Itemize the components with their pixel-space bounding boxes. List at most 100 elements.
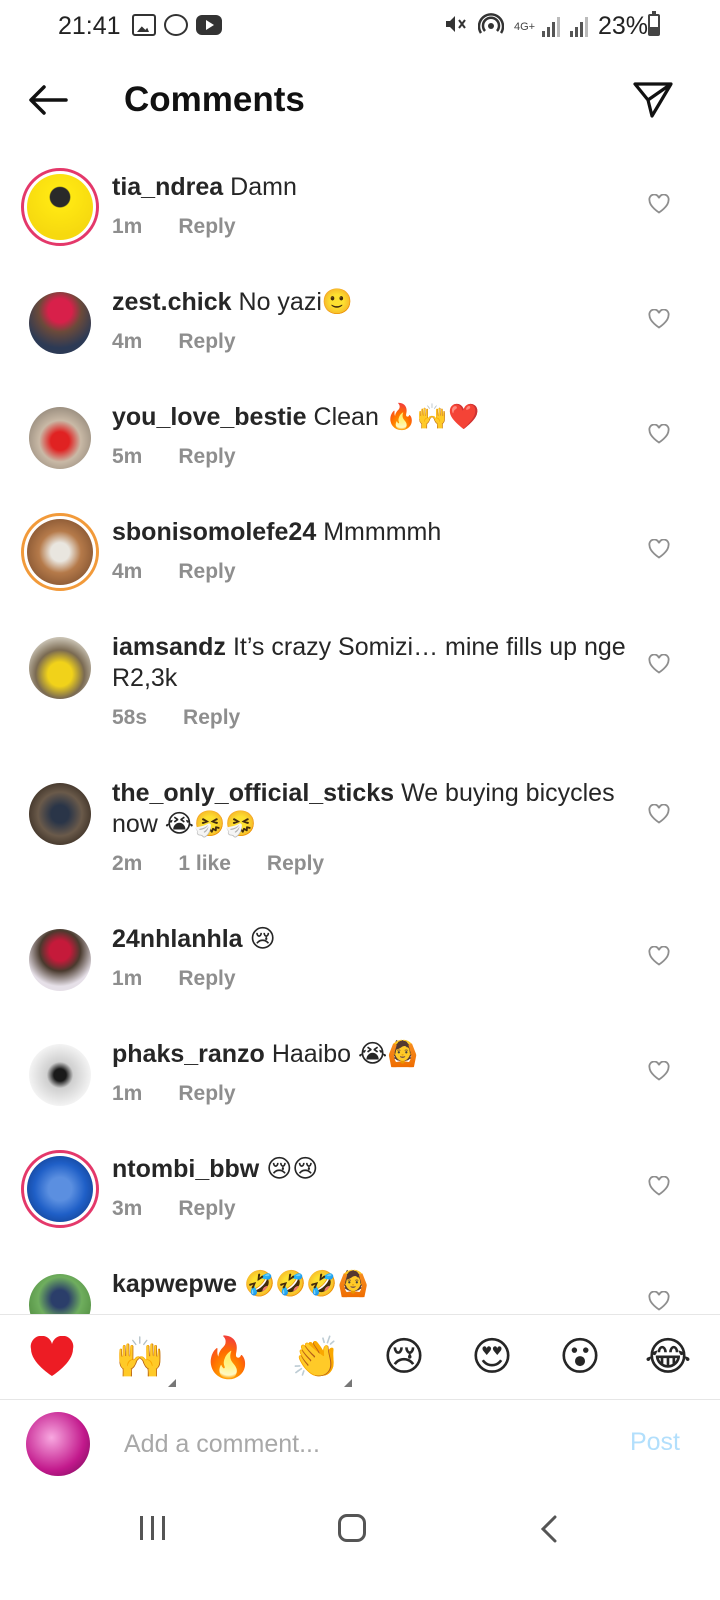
comment-input[interactable]: [124, 1424, 584, 1464]
heart-icon[interactable]: [648, 1291, 670, 1311]
heart-icon[interactable]: [648, 194, 670, 214]
avatar[interactable]: [24, 778, 96, 850]
comment-time: 1m: [112, 215, 143, 238]
avatar[interactable]: [21, 1150, 99, 1228]
comment-time: 58s: [112, 706, 148, 729]
hotspot-icon: [477, 12, 505, 41]
heart-icon[interactable]: [648, 946, 670, 966]
heart-icon[interactable]: [648, 1061, 670, 1081]
comment-username[interactable]: sbonisomolefe24: [112, 518, 316, 546]
system-nav-bar: [0, 1490, 720, 1600]
reply-button[interactable]: Reply: [178, 330, 235, 354]
comment-likes[interactable]: 1 like: [178, 852, 231, 876]
status-bar: 21:41 4G+ 23%: [0, 0, 720, 56]
avatar[interactable]: [21, 168, 99, 246]
system-icons: 4G+ 23%: [444, 12, 648, 41]
quick-reactions-bar: 🙌 🔥 👏 😢 😍 😮 😂: [0, 1314, 720, 1400]
heart-icon[interactable]: [648, 424, 670, 444]
arrow-left-icon[interactable]: [26, 82, 70, 118]
comment-body: Mmmmmh: [323, 518, 442, 546]
reply-button[interactable]: Reply: [178, 445, 235, 469]
comment-body: 😢😢: [266, 1155, 319, 1183]
red-heart-icon: [30, 1336, 74, 1376]
reply-button[interactable]: Reply: [178, 1082, 235, 1106]
comment-username[interactable]: tia_ndrea: [112, 173, 223, 201]
comment-username[interactable]: you_love_bestie: [112, 403, 307, 431]
reaction-heart-eyes[interactable]: 😍: [464, 1329, 520, 1385]
signal-icon: [541, 16, 560, 37]
recents-icon[interactable]: [140, 1516, 165, 1540]
reply-button[interactable]: Reply: [178, 1197, 235, 1221]
battery-percent: 23%: [597, 12, 648, 40]
comment-item: 24nhlanhla 😢 1m Reply: [0, 910, 720, 1025]
nav-back-icon[interactable]: [538, 1514, 560, 1544]
heart-icon[interactable]: [648, 309, 670, 329]
notification-icons: [132, 14, 222, 36]
reaction-heart[interactable]: [24, 1329, 80, 1385]
paper-plane-icon[interactable]: [632, 80, 674, 120]
comment-time: 3m: [112, 1197, 143, 1220]
comment-username[interactable]: iamsandz: [112, 633, 226, 661]
comment-body: 😢: [249, 925, 276, 953]
comment-time: 4m: [112, 560, 143, 583]
reaction-raising-hands[interactable]: 🙌: [112, 1329, 176, 1387]
comment-item: zest.chick No yazi🙂 4m Reply: [0, 273, 720, 388]
avatar[interactable]: [24, 402, 96, 474]
reply-button[interactable]: Reply: [178, 967, 235, 991]
comment-item: you_love_bestie Clean 🔥🙌❤️ 5m Reply: [0, 388, 720, 503]
avatar[interactable]: [24, 632, 96, 704]
comment-item: tia_ndrea Damn 1m Reply: [0, 158, 720, 273]
comment-username[interactable]: ntombi_bbw: [112, 1155, 259, 1183]
comment-body: 🤣🤣🤣🙆: [244, 1270, 369, 1298]
comment-time: 2m: [112, 852, 143, 875]
comment-username[interactable]: the_only_official_sticks: [112, 779, 394, 807]
whatsapp-icon: [164, 14, 188, 36]
reply-button[interactable]: Reply: [183, 706, 240, 730]
comment-username[interactable]: 24nhlanhla: [112, 925, 243, 953]
comment-time: 5m: [112, 445, 143, 468]
gallery-icon: [132, 14, 156, 36]
battery-icon: [648, 11, 660, 36]
mute-icon: [444, 13, 468, 41]
reaction-cry[interactable]: 😢: [376, 1329, 432, 1385]
reply-button[interactable]: Reply: [267, 852, 324, 876]
avatar[interactable]: [24, 287, 96, 359]
avatar[interactable]: [24, 1269, 96, 1314]
status-time: 21:41: [58, 12, 121, 40]
comment-username[interactable]: zest.chick: [112, 288, 232, 316]
reply-button[interactable]: Reply: [178, 215, 235, 239]
heart-icon[interactable]: [648, 804, 670, 824]
comment-body: Haaibo 😭🙆: [271, 1040, 419, 1068]
page-title: Comments: [124, 80, 305, 119]
comment-composer: Post: [0, 1400, 720, 1490]
reaction-fire[interactable]: 🔥: [200, 1329, 256, 1385]
avatar[interactable]: [24, 924, 96, 996]
comment-item: iamsandz It’s crazy Somizi… mine fills up…: [0, 618, 720, 764]
comment-username[interactable]: phaks_ranzo: [112, 1040, 265, 1068]
comments-list[interactable]: tia_ndrea Damn 1m Reply zest.chick No yazi🙂…: [0, 158, 720, 1314]
comment-item: ntombi_bbw 😢😢 3m Reply: [0, 1140, 720, 1255]
avatar[interactable]: [24, 1039, 96, 1111]
comment-item: phaks_ranzo Haaibo 😭🙆 1m Reply: [0, 1025, 720, 1140]
reply-button[interactable]: Reply: [178, 560, 235, 584]
comment-item: the_only_official_sticks We buying bicycl…: [0, 764, 720, 910]
reaction-clap[interactable]: 👏: [288, 1329, 352, 1387]
post-button[interactable]: Post: [630, 1428, 680, 1457]
comment-body: Damn: [230, 173, 297, 201]
comment-body: Clean 🔥🙌❤️: [313, 403, 480, 431]
comment-item: kapwepwe 🤣🤣🤣🙆: [0, 1255, 720, 1314]
network-type: 4G+: [513, 20, 536, 33]
comment-time: 1m: [112, 967, 143, 990]
heart-icon[interactable]: [648, 1176, 670, 1196]
youtube-icon: [196, 15, 222, 35]
heart-icon[interactable]: [648, 654, 670, 674]
comment-username[interactable]: kapwepwe: [112, 1270, 237, 1298]
my-avatar: [26, 1412, 90, 1476]
reaction-surprised[interactable]: 😮: [552, 1329, 608, 1385]
comment-body: No yazi🙂: [238, 288, 354, 316]
heart-icon[interactable]: [648, 539, 670, 559]
reaction-laugh[interactable]: 😂: [640, 1329, 696, 1385]
signal-icon-2: [569, 16, 588, 37]
home-icon[interactable]: [338, 1514, 366, 1542]
avatar[interactable]: [21, 513, 99, 591]
